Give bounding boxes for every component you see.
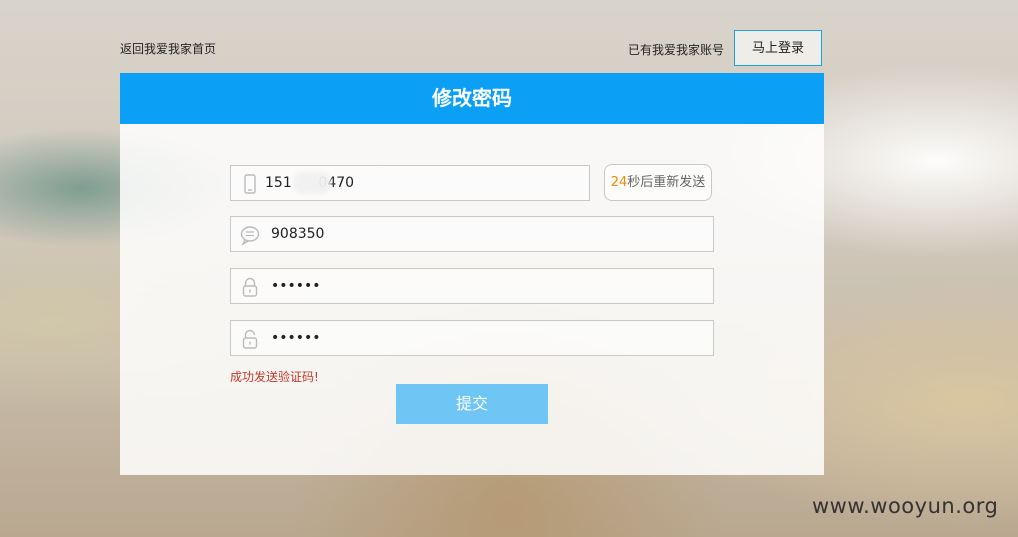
chat-bubble-icon	[239, 224, 261, 246]
login-button[interactable]: 马上登录	[734, 30, 822, 66]
phone-field[interactable]	[230, 165, 590, 201]
watermark: www.wooyun.org	[812, 494, 999, 518]
resend-code-button[interactable]: 24秒后重新发送	[604, 164, 712, 201]
page-title: 修改密码	[120, 73, 824, 124]
back-home-link[interactable]: 返回我爱我家首页	[120, 40, 216, 57]
sms-code-input[interactable]	[271, 217, 571, 251]
phone-icon	[239, 173, 261, 195]
password-field[interactable]	[230, 268, 714, 304]
sms-code-field[interactable]	[230, 216, 714, 252]
password-input[interactable]	[271, 269, 571, 303]
status-message: 成功发送验证码!	[230, 370, 319, 384]
redaction-blur	[293, 172, 331, 194]
countdown-seconds: 24	[610, 175, 628, 190]
have-account-text: 已有我爱我家账号	[628, 43, 725, 57]
confirm-password-input[interactable]	[271, 321, 571, 355]
confirm-password-field[interactable]	[230, 320, 714, 356]
resend-label: 秒后重新发送	[627, 175, 706, 190]
lock-closed-icon	[239, 276, 261, 298]
submit-button[interactable]: 提交	[396, 384, 548, 424]
change-password-panel: 修改密码 24秒后重新发送	[120, 73, 824, 475]
lock-open-icon	[239, 328, 261, 350]
